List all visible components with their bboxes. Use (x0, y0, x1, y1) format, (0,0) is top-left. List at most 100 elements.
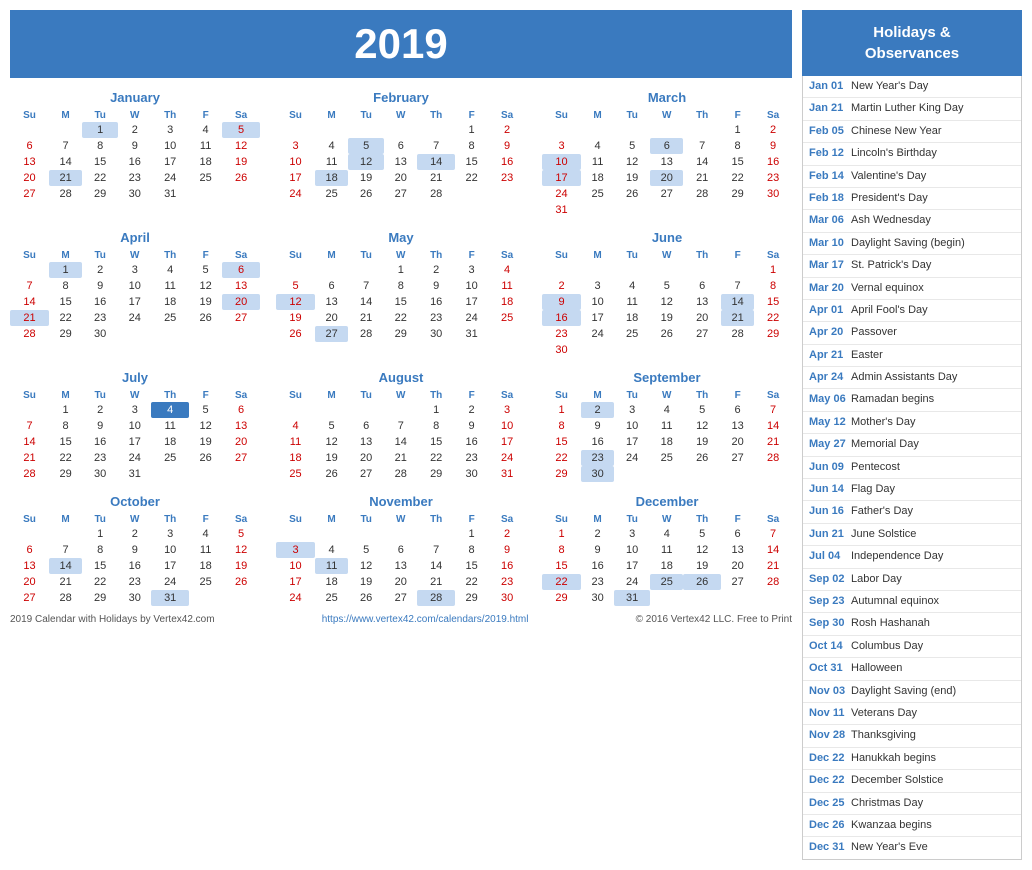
calendar-day: 11 (614, 294, 650, 310)
calendar-day: 29 (721, 186, 754, 202)
calendar-day: 21 (49, 170, 82, 186)
calendar-day: 2 (581, 402, 614, 418)
calendar-day: 22 (542, 450, 581, 466)
calendar-day (348, 526, 384, 542)
day-header: M (315, 513, 348, 526)
holiday-item: Feb 18President's Day (803, 188, 1021, 210)
calendar-day: 23 (118, 574, 151, 590)
calendar-day: 13 (315, 294, 348, 310)
calendar-day: 25 (151, 450, 189, 466)
calendar-day: 23 (754, 170, 792, 186)
calendar-day: 13 (10, 558, 49, 574)
holiday-name: June Solstice (851, 527, 916, 542)
holiday-date: May 27 (809, 437, 851, 452)
calendar-day: 10 (488, 418, 526, 434)
calendar-day: 3 (151, 526, 189, 542)
day-header: Th (683, 389, 721, 402)
day-header: Tu (348, 513, 384, 526)
calendar-day: 18 (650, 558, 683, 574)
holiday-name: Daylight Saving (begin) (851, 236, 965, 251)
calendar-section: 2019 JanuarySuMTuWThFSa12345678910111213… (10, 10, 792, 860)
calendar-day: 26 (348, 186, 384, 202)
calendar-day: 9 (581, 418, 614, 434)
holiday-date: Feb 18 (809, 191, 851, 206)
calendar-day: 17 (455, 294, 488, 310)
month-november: NovemberSuMTuWThFSa123456789101112131415… (276, 494, 526, 606)
calendar-day: 3 (118, 402, 151, 418)
holiday-name: Independence Day (851, 549, 943, 564)
calendar-day (222, 186, 260, 202)
calendar-day: 10 (614, 542, 650, 558)
calendar-day: 6 (384, 138, 417, 154)
calendar-day: 6 (348, 418, 384, 434)
holiday-item: Jun 14Flag Day (803, 479, 1021, 501)
holiday-name: Veterans Day (851, 706, 917, 721)
holiday-item: Mar 06Ash Wednesday (803, 210, 1021, 232)
holiday-date: Oct 31 (809, 661, 851, 676)
calendar-day (384, 122, 417, 138)
calendar-day: 19 (222, 558, 260, 574)
calendar-day: 19 (222, 154, 260, 170)
calendar-day: 21 (683, 170, 721, 186)
calendar-day: 8 (82, 138, 118, 154)
calendar-day (754, 466, 792, 482)
calendar-day: 4 (650, 402, 683, 418)
footer-center: https://www.vertex42.com/calendars/2019.… (322, 614, 529, 625)
holiday-name: Halloween (851, 661, 902, 676)
calendar-day (348, 402, 384, 418)
day-header: Tu (82, 513, 118, 526)
calendar-day: 11 (650, 542, 683, 558)
holiday-name: Pentecost (851, 460, 900, 475)
calendar-day: 15 (384, 294, 417, 310)
day-header: M (49, 109, 82, 122)
calendar-day: 12 (683, 542, 721, 558)
day-header: F (721, 109, 754, 122)
calendar-day: 23 (581, 574, 614, 590)
calendar-day: 22 (455, 574, 488, 590)
calendar-day: 27 (721, 574, 754, 590)
calendar-day: 29 (82, 186, 118, 202)
calendar-day: 5 (276, 278, 315, 294)
calendar-day: 5 (348, 138, 384, 154)
calendar-day (721, 262, 754, 278)
calendar-day: 26 (614, 186, 650, 202)
calendar-day: 28 (754, 450, 792, 466)
calendar-day: 15 (542, 434, 581, 450)
calendar-day: 6 (650, 138, 683, 154)
month-title-march: March (542, 90, 792, 105)
holiday-date: Jun 14 (809, 482, 851, 497)
calendar-day: 21 (348, 310, 384, 326)
holiday-name: December Solstice (851, 773, 943, 788)
day-header: F (721, 513, 754, 526)
calendar-day: 23 (542, 326, 581, 342)
calendar-day: 20 (222, 434, 260, 450)
calendar-day: 10 (614, 418, 650, 434)
day-header: Sa (754, 513, 792, 526)
holiday-date: Dec 31 (809, 840, 851, 855)
calendar-day: 4 (650, 526, 683, 542)
holiday-date: Feb 05 (809, 124, 851, 139)
calendar-day (348, 262, 384, 278)
holiday-item: May 06Ramadan begins (803, 389, 1021, 411)
calendar-day (614, 202, 650, 218)
calendar-day: 30 (455, 466, 488, 482)
holiday-date: Apr 01 (809, 303, 851, 318)
calendar-day: 19 (683, 434, 721, 450)
holiday-item: Oct 14Columbus Day (803, 636, 1021, 658)
holiday-item: Mar 17St. Patrick's Day (803, 255, 1021, 277)
day-header: F (455, 513, 488, 526)
calendar-day: 4 (581, 138, 614, 154)
calendar-day: 9 (488, 138, 526, 154)
calendar-day: 20 (348, 450, 384, 466)
day-header: Su (276, 389, 315, 402)
month-table-june: SuMTuWThFSa12345678910111213141516171819… (542, 249, 792, 358)
calendar-day: 3 (542, 138, 581, 154)
calendar-day: 22 (754, 310, 792, 326)
calendar-day: 16 (754, 154, 792, 170)
holiday-item: Nov 11Veterans Day (803, 703, 1021, 725)
calendar-day: 6 (721, 402, 754, 418)
holiday-date: Sep 02 (809, 572, 851, 587)
holiday-item: Feb 14Valentine's Day (803, 166, 1021, 188)
calendar-day (417, 526, 455, 542)
calendar-day: 26 (189, 310, 222, 326)
